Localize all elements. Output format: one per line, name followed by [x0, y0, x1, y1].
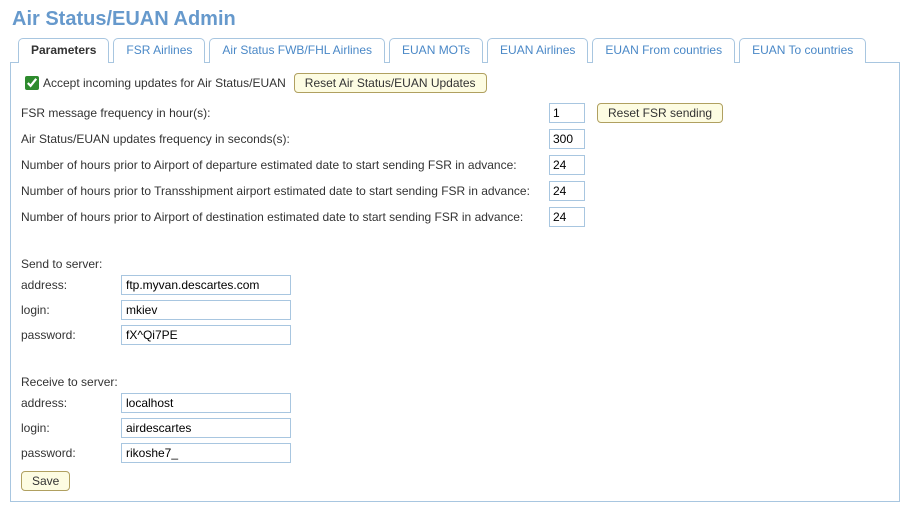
euan-update-label: Air Status/EUAN updates frequency in sec…: [21, 132, 541, 146]
param-grid: FSR message frequency in hour(s): Reset …: [21, 103, 889, 227]
tab-air-status-fwb-fhl[interactable]: Air Status FWB/FHL Airlines: [209, 38, 385, 63]
send-password-label: password:: [21, 328, 121, 342]
send-password-input[interactable]: [121, 325, 291, 345]
send-login-input[interactable]: [121, 300, 291, 320]
tab-fsr-airlines[interactable]: FSR Airlines: [113, 38, 205, 63]
tab-euan-mots[interactable]: EUAN MOTs: [389, 38, 483, 63]
send-server-title: Send to server:: [21, 257, 889, 271]
receive-login-input[interactable]: [121, 418, 291, 438]
send-address-input[interactable]: [121, 275, 291, 295]
page-title: Air Status/EUAN Admin: [12, 8, 900, 31]
receive-login-label: login:: [21, 421, 121, 435]
euan-update-input[interactable]: [549, 129, 585, 149]
hours-dest-label: Number of hours prior to Airport of dest…: [21, 210, 541, 224]
hours-dep-input[interactable]: [549, 155, 585, 175]
receive-server-grid: address: login: password:: [21, 393, 889, 463]
receive-password-input[interactable]: [121, 443, 291, 463]
tab-euan-airlines[interactable]: EUAN Airlines: [487, 38, 588, 63]
fsr-freq-label: FSR message frequency in hour(s):: [21, 106, 541, 120]
hours-trans-label: Number of hours prior to Transshipment a…: [21, 184, 541, 198]
tab-parameters[interactable]: Parameters: [18, 38, 109, 63]
save-button[interactable]: Save: [21, 471, 70, 491]
tab-euan-from-countries[interactable]: EUAN From countries: [592, 38, 735, 63]
reset-fsr-button[interactable]: Reset FSR sending: [597, 103, 723, 123]
accept-updates-label: Accept incoming updates for Air Status/E…: [43, 76, 286, 90]
receive-address-input[interactable]: [121, 393, 291, 413]
hours-trans-input[interactable]: [549, 181, 585, 201]
receive-server-title: Receive to server:: [21, 375, 889, 389]
accept-updates-checkbox[interactable]: [25, 76, 39, 90]
reset-updates-button[interactable]: Reset Air Status/EUAN Updates: [294, 73, 487, 93]
send-address-label: address:: [21, 278, 121, 292]
receive-address-label: address:: [21, 396, 121, 410]
receive-password-label: password:: [21, 446, 121, 460]
tab-euan-to-countries[interactable]: EUAN To countries: [739, 38, 866, 63]
fsr-freq-input[interactable]: [549, 103, 585, 123]
accept-row: Accept incoming updates for Air Status/E…: [21, 73, 889, 93]
send-server-grid: address: login: password:: [21, 275, 889, 345]
tab-bar: Parameters FSR Airlines Air Status FWB/F…: [10, 37, 900, 62]
tab-panel-parameters: Accept incoming updates for Air Status/E…: [10, 62, 900, 502]
hours-dep-label: Number of hours prior to Airport of depa…: [21, 158, 541, 172]
tab-container: Parameters FSR Airlines Air Status FWB/F…: [10, 37, 900, 502]
send-login-label: login:: [21, 303, 121, 317]
hours-dest-input[interactable]: [549, 207, 585, 227]
